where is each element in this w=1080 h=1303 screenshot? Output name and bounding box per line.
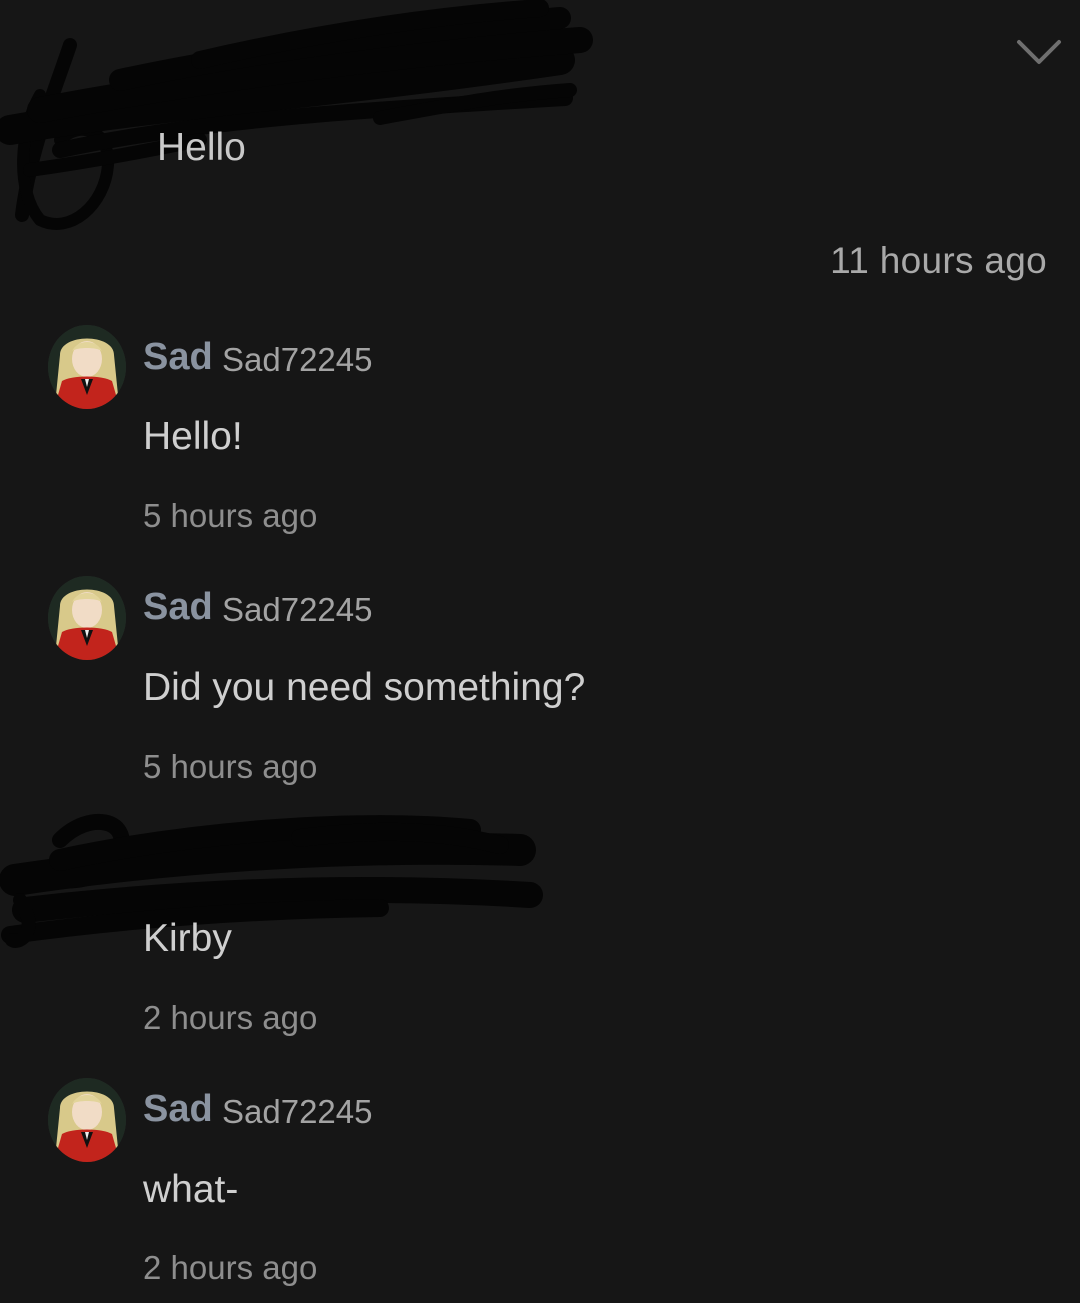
avatar[interactable]	[48, 325, 126, 409]
username[interactable]: Sad72245	[222, 591, 372, 629]
display-name[interactable]: Sad	[143, 336, 213, 379]
message-timestamp: 5 hours ago	[143, 497, 318, 534]
message-text: Hello!	[143, 415, 243, 458]
message-timestamp: 2 hours ago	[143, 1249, 318, 1286]
avatar[interactable]	[48, 576, 126, 660]
username[interactable]: Sad72245	[222, 341, 372, 379]
message-text: Kirby	[143, 917, 232, 960]
redaction-scribble	[0, 814, 543, 948]
avatar[interactable]	[48, 1078, 126, 1162]
display-name[interactable]: Sad	[143, 1088, 213, 1131]
message-text: what-	[143, 1168, 239, 1211]
avatar-anime-girl-icon	[48, 576, 126, 660]
username[interactable]: Sad72245	[222, 1093, 372, 1131]
message-timestamp: 11 hours ago	[830, 240, 1047, 281]
message-timestamp: 2 hours ago	[143, 999, 318, 1036]
redaction-scribble	[0, 0, 593, 230]
message-text: Did you need something?	[143, 666, 586, 709]
avatar-anime-girl-icon	[48, 1078, 126, 1162]
avatar-anime-girl-icon	[48, 325, 126, 409]
message-text: Hello	[157, 126, 246, 169]
display-name[interactable]: Sad	[143, 586, 213, 629]
message-timestamp: 5 hours ago	[143, 748, 318, 785]
chevron-down-icon[interactable]	[1014, 36, 1064, 70]
